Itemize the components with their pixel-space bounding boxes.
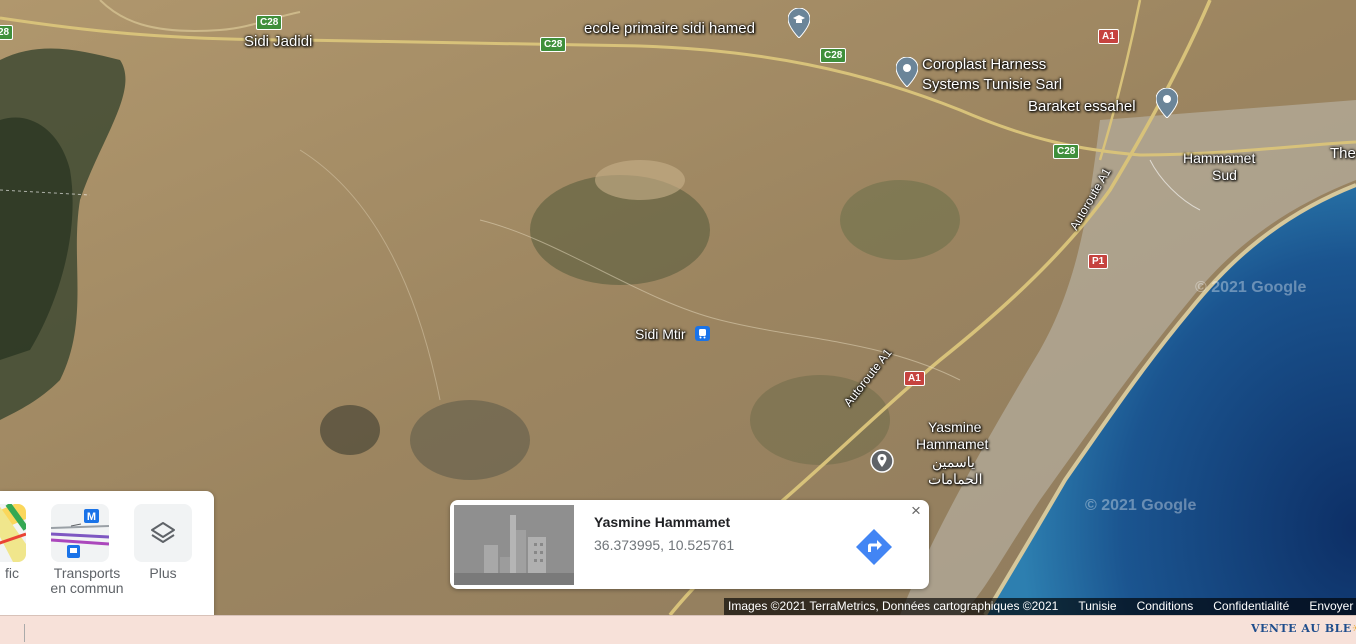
place-label-yasmine[interactable]: Yasmine xyxy=(928,419,981,436)
place-label-ecole[interactable]: ecole primaire sidi hamed xyxy=(584,20,755,37)
location-thumbnail[interactable] xyxy=(454,505,574,585)
transit-layer-icon: M xyxy=(51,504,109,562)
road-shield-c28: 28 xyxy=(0,25,14,40)
place-label-hammamet-sud[interactable]: Hammamet xyxy=(1183,150,1255,167)
road-shield-a1: A1 xyxy=(1098,29,1119,44)
google-watermark: © 2021 Google xyxy=(1195,279,1307,296)
map-attribution-bar: Images ©2021 TerraMetrics, Données carto… xyxy=(724,598,1356,615)
location-info-card: Yasmine Hammamet 36.373995, 10.525761 × xyxy=(450,500,929,589)
place-pin-icon[interactable] xyxy=(896,57,918,87)
imagery-credit: Images ©2021 TerraMetrics, Données carto… xyxy=(728,599,1059,613)
layers-stack-icon xyxy=(151,522,175,543)
layers-panel: fic M Transports en commun Plus xyxy=(0,491,214,615)
road-shield-a1: A1 xyxy=(904,371,925,386)
place-label-the[interactable]: The xyxy=(1330,145,1356,162)
place-label-yasmine-arabic-line2: الحمامات xyxy=(928,471,983,487)
google-watermark: © 2021 Google xyxy=(1085,497,1197,514)
page-bottom-bar: VENTE AU BLE☀ xyxy=(0,615,1356,644)
place-label-coroplast[interactable]: Coroplast Harness xyxy=(922,56,1046,73)
road-shield-c28: C28 xyxy=(256,15,283,30)
road-shield-c28: C28 xyxy=(540,37,567,52)
place-label-hammamet-sud-line2[interactable]: Sud xyxy=(1212,167,1237,184)
place-label-yasmine-arabic: ياسمين xyxy=(932,454,975,470)
school-pin-icon[interactable] xyxy=(788,8,810,38)
terms-link[interactable]: Conditions xyxy=(1137,599,1194,613)
place-label-sidi-jadidi[interactable]: Sidi Jadidi xyxy=(244,33,312,50)
layer-more-button[interactable] xyxy=(134,504,192,562)
sun-icon: ☀ xyxy=(1352,622,1356,635)
privacy-link[interactable]: Confidentialité xyxy=(1213,599,1289,613)
close-card-button[interactable]: × xyxy=(909,501,923,520)
place-label-sidi-mtir[interactable]: Sidi Mtir xyxy=(635,326,686,343)
feedback-link[interactable]: Envoyer des commentaires xyxy=(1309,599,1356,613)
place-pin-icon[interactable] xyxy=(1156,88,1178,118)
close-icon: × xyxy=(911,501,921,520)
traffic-layer-icon xyxy=(0,504,26,562)
divider xyxy=(24,624,25,642)
country-link[interactable]: Tunisie xyxy=(1078,599,1116,613)
location-marker-icon[interactable] xyxy=(870,449,894,473)
directions-icon xyxy=(856,529,892,565)
location-coordinates: 36.373995, 10.525761 xyxy=(594,537,735,553)
logo-text: VENTE AU BLE xyxy=(1251,622,1352,635)
vente-au-ble-logo[interactable]: VENTE AU BLE☀ xyxy=(1251,619,1356,639)
road-shield-c28: C28 xyxy=(1053,144,1080,159)
transit-badge-text: M xyxy=(87,511,96,523)
place-label-coroplast-line2[interactable]: Systems Tunisie Sarl xyxy=(922,76,1062,93)
road-shield-p1: P1 xyxy=(1088,254,1109,269)
layer-label-more: Plus xyxy=(149,565,177,581)
layer-label-traffic: fic xyxy=(5,565,19,581)
layer-label-transit: Transports en commun xyxy=(50,565,124,596)
location-title: Yasmine Hammamet xyxy=(594,514,731,530)
directions-button[interactable] xyxy=(854,527,894,567)
layer-traffic-button[interactable] xyxy=(0,504,26,562)
layer-transit-button[interactable]: M xyxy=(51,504,109,562)
place-label-yasmine-line2[interactable]: Hammamet xyxy=(916,436,988,453)
city-placeholder-icon xyxy=(454,505,574,585)
place-label-baraket[interactable]: Baraket essahel xyxy=(1028,98,1136,115)
train-station-icon[interactable] xyxy=(695,326,710,341)
road-shield-c28: C28 xyxy=(820,48,847,63)
